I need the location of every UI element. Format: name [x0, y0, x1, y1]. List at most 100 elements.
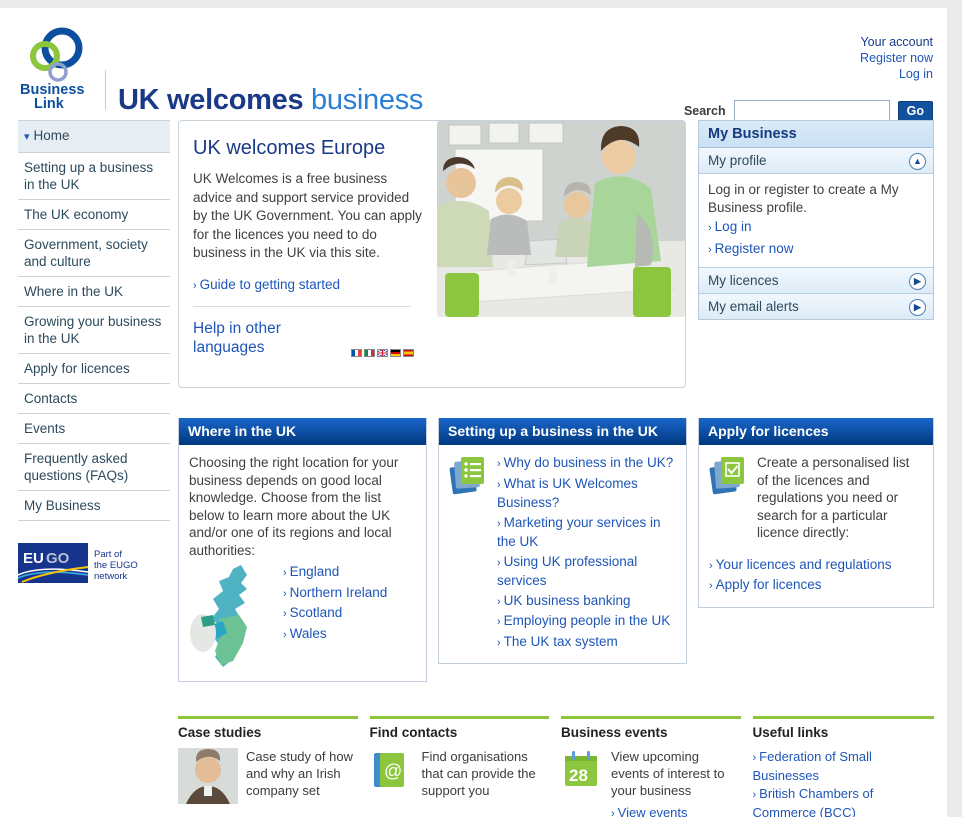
sidebar-item-home[interactable]: ▾ Home: [18, 120, 170, 153]
panel-title: Where in the UK: [179, 418, 426, 445]
sidebar-item-my-business[interactable]: My Business: [18, 491, 170, 521]
chevron-right-icon: ›: [752, 752, 757, 764]
sidebar-item-where-in-uk[interactable]: Where in the UK: [18, 277, 170, 307]
link-apply-for-licences[interactable]: › Apply for licences: [709, 577, 821, 592]
list-item[interactable]: › Federation of Small Businesses: [753, 748, 935, 784]
panel-text: Choosing the right location for your bus…: [189, 455, 399, 558]
chevron-right-icon[interactable]: ▶: [909, 273, 926, 290]
my-business-register-link[interactable]: › Register now: [708, 240, 924, 260]
link-why-do-business[interactable]: › Why do business in the UK?: [497, 455, 673, 470]
business-events-links: ›View events calendar: [611, 804, 741, 817]
chevron-up-icon[interactable]: ▲: [909, 153, 926, 170]
register-now-link[interactable]: Register now: [860, 50, 933, 66]
list-item[interactable]: › Scotland: [283, 604, 387, 624]
link-label: Northern Ireland: [289, 584, 388, 600]
list-item[interactable]: › England: [283, 563, 387, 583]
list-item[interactable]: › British Chambers of Commerce (BCC): [753, 785, 935, 817]
page-root: Business Link UK welcomes business Your …: [0, 0, 947, 817]
section-useful-links: Useful links › Federation of Small Busine…: [752, 716, 935, 817]
my-business-login-link[interactable]: › Log in: [708, 218, 924, 238]
sidebar-item-growing[interactable]: Growing your business in the UK: [18, 307, 170, 354]
svg-text:EU: EU: [23, 550, 44, 567]
list-item[interactable]: › Wales: [283, 625, 387, 645]
eugo-logo[interactable]: EU GO Part of the EUGO network: [17, 543, 166, 583]
link-wales[interactable]: › Wales: [283, 626, 327, 641]
list-item[interactable]: › Using UK professional services: [497, 553, 676, 591]
svg-text:Link: Link: [34, 96, 65, 112]
list-item[interactable]: ›View events calendar: [611, 804, 741, 817]
link-view-events-calendar[interactable]: ›View events calendar: [611, 805, 688, 817]
list-item[interactable]: › UK business banking: [497, 592, 676, 612]
hero-cta-label: Guide to getting started: [199, 276, 341, 292]
chevron-right-icon[interactable]: ▶: [909, 299, 926, 316]
my-email-alerts-row[interactable]: My email alerts ▶: [699, 294, 933, 319]
list-item[interactable]: › What is UK Welcomes Business?: [497, 475, 676, 513]
chevron-right-icon: ›: [497, 478, 501, 491]
sidebar-item-uk-economy[interactable]: The UK economy: [18, 200, 170, 230]
list-item[interactable]: › Northern Ireland: [283, 584, 387, 604]
link-what-is-uk-welcomes[interactable]: › What is UK Welcomes Business?: [497, 476, 638, 511]
sidebar-item-label: My Business: [24, 498, 101, 513]
flag-germany-icon[interactable]: [390, 349, 401, 357]
link-label: Why do business in the UK?: [503, 455, 674, 470]
sidebar-item-setting-up[interactable]: Setting up a business in the UK: [18, 153, 170, 200]
link-professional-services[interactable]: › Using UK professional services: [497, 554, 637, 589]
my-licences-row[interactable]: My licences ▶: [699, 268, 933, 294]
svg-text:GO: GO: [46, 550, 70, 567]
flag-spain-icon[interactable]: [403, 349, 414, 357]
link-tax-system[interactable]: › The UK tax system: [497, 634, 618, 649]
my-licences-label: My licences: [708, 273, 779, 288]
guide-getting-started-link[interactable]: › Guide to getting started: [193, 277, 423, 292]
link-label: Your licences and regulations: [715, 556, 892, 572]
list-item[interactable]: › Marketing your services in the UK: [497, 514, 676, 552]
search-go-button[interactable]: Go: [897, 101, 933, 121]
list-item[interactable]: › Employing people in the UK: [497, 612, 676, 632]
my-profile-row[interactable]: My profile ▲: [699, 148, 933, 174]
useful-links-list: › Federation of Small Businesses › British…: [753, 748, 935, 817]
list-item[interactable]: › Apply for licences: [709, 576, 923, 596]
link-scotland[interactable]: › Scotland: [283, 605, 342, 620]
flag-uk-icon[interactable]: [377, 349, 388, 357]
list-item[interactable]: › Your licences and regulations: [709, 556, 923, 576]
bottom-sections: Case studies Case study of how and why a…: [178, 716, 934, 817]
search-bar: Search Go: [684, 100, 933, 122]
search-label: Search: [683, 104, 726, 118]
panel-setting-up-a-business: Setting up a business in the UK › Why do …: [438, 418, 687, 664]
calendar-day: 28: [569, 766, 588, 785]
log-in-link[interactable]: Log in: [860, 66, 933, 82]
sidebar-nav: ▾ Home Setting up a business in the UK Th…: [17, 120, 170, 583]
search-input[interactable]: [733, 100, 890, 122]
link-your-licences-regulations[interactable]: › Your licences and regulations: [709, 557, 892, 572]
sidebar-item-faqs[interactable]: Frequently asked questions (FAQs): [18, 444, 170, 491]
link-business-banking[interactable]: › UK business banking: [497, 593, 631, 608]
list-item[interactable]: › The UK tax system: [497, 633, 676, 653]
sidebar-item-contacts[interactable]: Contacts: [18, 384, 170, 414]
sidebar-item-events[interactable]: Events: [18, 414, 170, 444]
link-northern-ireland[interactable]: › Northern Ireland: [283, 585, 387, 600]
flag-italy-icon[interactable]: [364, 349, 375, 357]
svg-text:Part of: Part of: [94, 549, 122, 560]
list-item[interactable]: › Why do business in the UK?: [497, 454, 676, 474]
help-other-languages-link[interactable]: Help in other languages: [193, 319, 323, 357]
section-body: 28 View upcoming events of interest to y…: [561, 748, 741, 817]
hero-text-block: UK welcomes Europe UK Welcomes is a free…: [193, 137, 423, 357]
link-british-chambers-commerce[interactable]: › British Chambers of Commerce (BCC): [753, 786, 874, 817]
header-divider: [105, 70, 106, 110]
link-england[interactable]: › England: [283, 564, 339, 579]
calendar-icon: 28: [561, 748, 603, 804]
my-profile-body: Log in or register to create a My Busine…: [699, 174, 933, 268]
language-flags[interactable]: [351, 349, 414, 357]
link-marketing-services[interactable]: › Marketing your services in the UK: [497, 515, 660, 550]
sidebar-item-government[interactable]: Government, society and culture: [18, 230, 170, 277]
sidebar-item-apply-licences[interactable]: Apply for licences: [18, 354, 170, 384]
link-federation-small-businesses[interactable]: › Federation of Small Businesses: [753, 749, 872, 783]
business-link-logo[interactable]: Business Link: [18, 22, 98, 112]
section-text: Case study of how and why an Irish compa…: [246, 749, 353, 798]
link-label: Federation of Small Businesses: [752, 749, 872, 783]
brand-part-2: business: [311, 84, 424, 116]
flag-france-icon[interactable]: [351, 349, 362, 357]
site-header: Business Link UK welcomes business Your …: [0, 8, 947, 122]
person-photo: [178, 748, 238, 804]
link-employing-people[interactable]: › Employing people in the UK: [497, 613, 670, 628]
panel-where-in-the-uk: Where in the UK Choosing the right locat…: [178, 418, 427, 682]
